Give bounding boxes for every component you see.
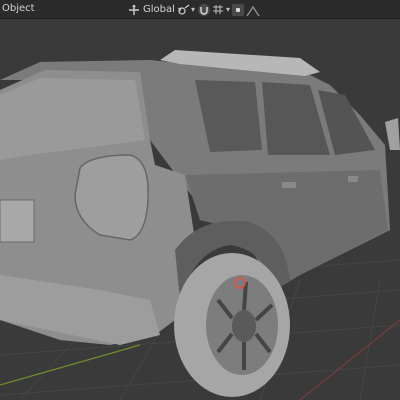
transform-orientation-dropdown[interactable]: Global ▾ [128, 2, 182, 17]
proportional-editing-toggle[interactable] [232, 4, 244, 16]
snap-grid-icon [213, 5, 223, 14]
door-handle-front [348, 176, 358, 182]
viewport-header: Object Global ▾ ▾ ▾ [0, 0, 400, 19]
orientation-label: Global [143, 4, 175, 15]
transform-orientation-icon [129, 4, 139, 15]
chevron-down-icon: ▾ [226, 5, 231, 14]
proportional-falloff-dropdown[interactable] [246, 3, 260, 18]
3d-viewport[interactable] [0, 19, 400, 400]
side-mirror [385, 118, 400, 150]
pivot-point-dropdown[interactable]: ▾ [178, 2, 195, 17]
door-handle-rear [282, 182, 296, 188]
x-axis-line [0, 344, 141, 386]
object-menu[interactable]: Object [2, 3, 35, 14]
chevron-down-icon: ▾ [191, 5, 196, 14]
license-plate [0, 199, 35, 243]
y-axis-line [299, 319, 400, 400]
rim-hub [232, 310, 256, 342]
snap-toggle[interactable]: ▾ [198, 2, 230, 17]
falloff-icon [246, 5, 260, 16]
car-model[interactable] [0, 50, 400, 397]
proportional-editing-icon [236, 8, 240, 12]
snap-icon [200, 6, 208, 15]
pivot-icon [178, 4, 190, 15]
